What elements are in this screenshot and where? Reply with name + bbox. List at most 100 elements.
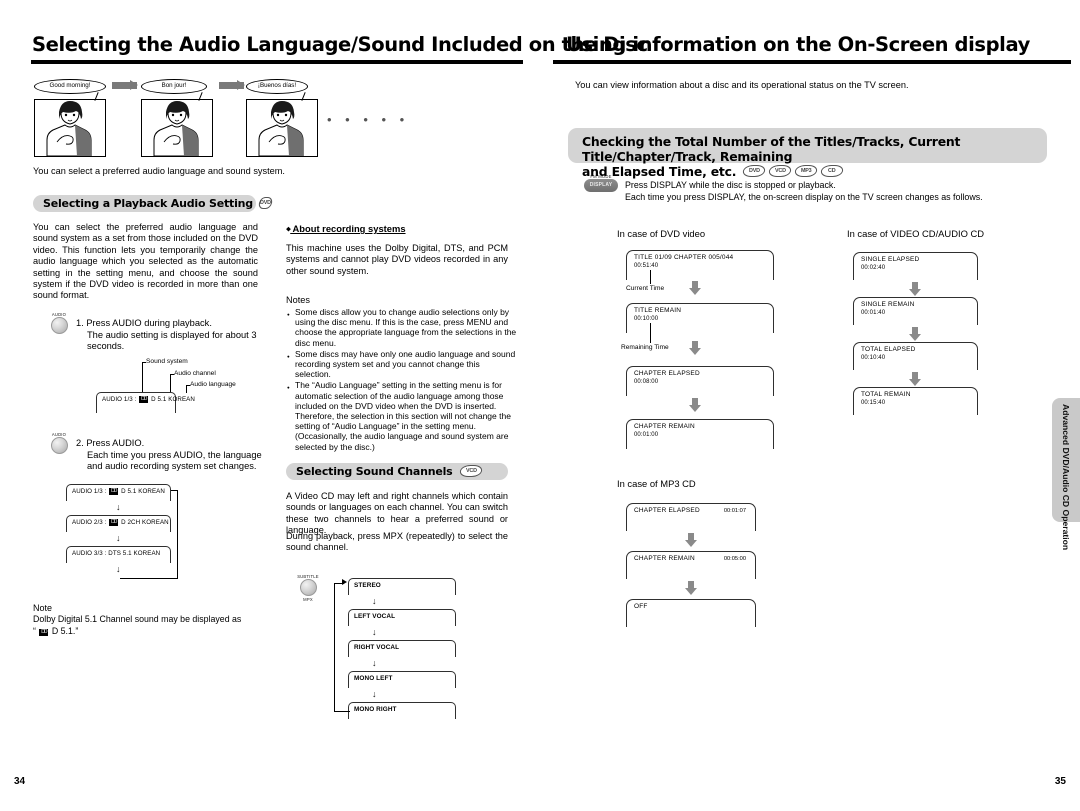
channel-loop-line [334,583,335,711]
osd-line1: TOTAL REMAIN [861,391,911,398]
mpx-key-button[interactable]: SUBTITLE MPX [291,574,325,602]
remote-button-icon [299,579,317,596]
audio-key-label: AUDIO [51,312,67,317]
osd-time: 00:05:00 [723,555,746,562]
osd-text: STEREO [354,581,381,589]
osd-line1: TITLE REMAIN [634,307,682,314]
osd-mp3-box-1: CHAPTER ELAPSED 00:01:07 [626,503,756,531]
right-lead-text: You can view information about a disc an… [575,80,909,90]
osd-audio-example: AUDIO 1/3 : DD D 5.1 KOREAN [96,392,195,413]
dvd-badge-icon: DVD [257,196,274,209]
section1-body: You can select the preferred audio langu… [33,222,258,301]
section-bar-playback-audio: Selecting a Playback Audio Setting DVD [33,195,274,212]
note-line1: Dolby Digital 5.1 Channel sound may be d… [33,614,242,625]
notes-heading: Notes [286,295,311,305]
callout-audio-language: Audio language [190,381,236,388]
callout-audio-channel: Audio channel [174,370,216,377]
left-page-number: 34 [14,776,26,787]
osd-time: 00:01:07 [723,507,746,514]
mp3-arrow-2 [684,581,697,595]
osd-channel-2: LEFT VOCAL [348,609,456,626]
instruction-line1: Press DISPLAY while the disc is stopped … [625,180,836,190]
dvd-arrow-2 [688,341,701,355]
osd-dvd-box-3: CHAPTER ELAPSED 00:08:00 [626,366,774,396]
manual-spread: Selecting the Audio Language/Sound Inclu… [0,0,1080,811]
display-instruction: Press DISPLAY while the disc is stopped … [625,180,1025,203]
step2-line1: 2. Press AUDIO. [76,438,145,448]
osd-cd-box-1: SINGLE ELAPSED 00:02:40 [853,252,978,280]
osd-audio-cycle-1: AUDIO 1/3 : DD D 5.1 KOREAN [66,484,171,501]
right-page: Using information on the On-Screen displ… [540,0,1080,811]
section3-body1: A Video CD may left and right channels w… [286,491,508,536]
section-bar-sound-channels: Selecting Sound Channels VCD [286,463,508,480]
section2-body: This machine uses the Dolby Digital, DTS… [286,243,508,276]
osd-channel-5: MONO RIGHT [348,702,456,719]
display-button-icon: DISPLAY [584,179,618,192]
dolby-digital-icon: DD [139,396,149,403]
callout-line-1 [142,362,143,393]
side-tab: Advanced DVD/Audio CD Operation [1052,398,1080,550]
step2-line2: Each time you press AUDIO, the language [87,449,262,460]
left-lead-text: You can select a preferred audio languag… [33,166,285,176]
section1-note: Note Dolby Digital 5.1 Channel sound may… [33,603,263,637]
person-illustration [153,101,199,156]
dvd-callout-line-2 [650,323,651,343]
cycle-arrow-2: ↓ [116,533,121,543]
osd-line2: 00:01:40 [861,309,886,316]
video-audio-cd-heading: In case of VIDEO CD/AUDIO CD [847,228,985,239]
osd-cd-box-2: SINGLE REMAIN 00:01:40 [853,297,978,325]
audio-key-button-2[interactable]: AUDIO [44,432,74,454]
person-illustration [258,101,304,156]
channel-arrow-3: ↓ [372,658,377,668]
dvd-video-heading: In case of DVD video [617,228,706,239]
osd-dvd-box-2: TITLE REMAIN 00:10:00 [626,303,774,333]
section1-step1: 1. Press AUDIO during playback. The audi… [76,318,261,353]
mp3-cd-heading: In case of MP3 CD [617,478,696,489]
dvd-callout-current-time: Current Time [626,285,665,292]
display-key-button[interactable]: FM MODE DISPLAY [579,174,623,192]
osd-line2: 00:08:00 [634,378,659,385]
osd-line1: SINGLE REMAIN [861,301,915,308]
osd-text: AUDIO 1/3 : DD D 5.1 KOREAN [102,395,195,403]
osd-channel-3: RIGHT VOCAL [348,640,456,657]
osd-text: LEFT VOCAL [354,612,396,620]
osd-line1: SINGLE ELAPSED [861,256,920,263]
osd-line1: TOTAL ELAPSED [861,346,916,353]
cycle-loop-bottom [120,578,178,579]
figure-arrow-1 [112,80,144,90]
step1-line2: The audio setting is displayed for about… [87,329,257,340]
section1-step2: 2. Press AUDIO. Each time you press AUDI… [76,438,266,473]
remote-button-icon [50,317,68,334]
channel-arrow-1: ↓ [372,596,377,606]
channel-arrow-2: ↓ [372,627,377,637]
about-recording-systems-heading: ■ About recording systems [284,223,406,234]
cycle-loop-top [171,490,178,491]
figure-panel-2 [141,99,213,157]
dvd-badge-icon: DVD [742,164,767,177]
cd-badge-icon: CD [820,164,845,177]
instruction-line2: Each time you press DISPLAY, the on-scre… [625,191,983,202]
cycle-arrow-1: ↓ [116,502,121,512]
note-line2: “ DD D 5.1.” [33,625,79,636]
right-page-title: Using information on the On-Screen displ… [566,33,1030,56]
channel-arrow-4: ↓ [372,689,377,699]
section-bar-checking-total: Checking the Total Number of the Titles/… [568,128,1047,179]
section-title: Selecting Sound Channels [296,465,453,478]
osd-line2: 00:01:00 [634,431,659,438]
dolby-digital-icon: DD [39,629,49,636]
section-title: Selecting a Playback Audio Setting [43,197,253,210]
osd-line1: OFF [634,603,648,610]
osd-audio-cycle-3: AUDIO 3/3 : DTS 5.1 KOREAN [66,546,171,563]
osd-channel-1: STEREO [348,578,456,595]
osd-line1: TITLE 01/09 CHAPTER 005/044 [634,254,734,261]
callout-line-3 [186,385,187,393]
section3-body2: During playback, press MPX (repeatedly) … [286,531,508,553]
step1-line3: seconds. [87,341,125,352]
left-page: Selecting the Audio Language/Sound Inclu… [0,0,648,811]
audio-key-label: AUDIO [51,432,67,437]
vcd-badge-icon: VCD [458,464,483,477]
note-item: Some discs allow you to change audio sel… [287,307,517,348]
audio-key-button-1[interactable]: AUDIO [44,312,74,334]
callout-sound-system: Sound system [146,358,188,365]
step1-line1: 1. Press AUDIO during playback. [76,318,212,328]
